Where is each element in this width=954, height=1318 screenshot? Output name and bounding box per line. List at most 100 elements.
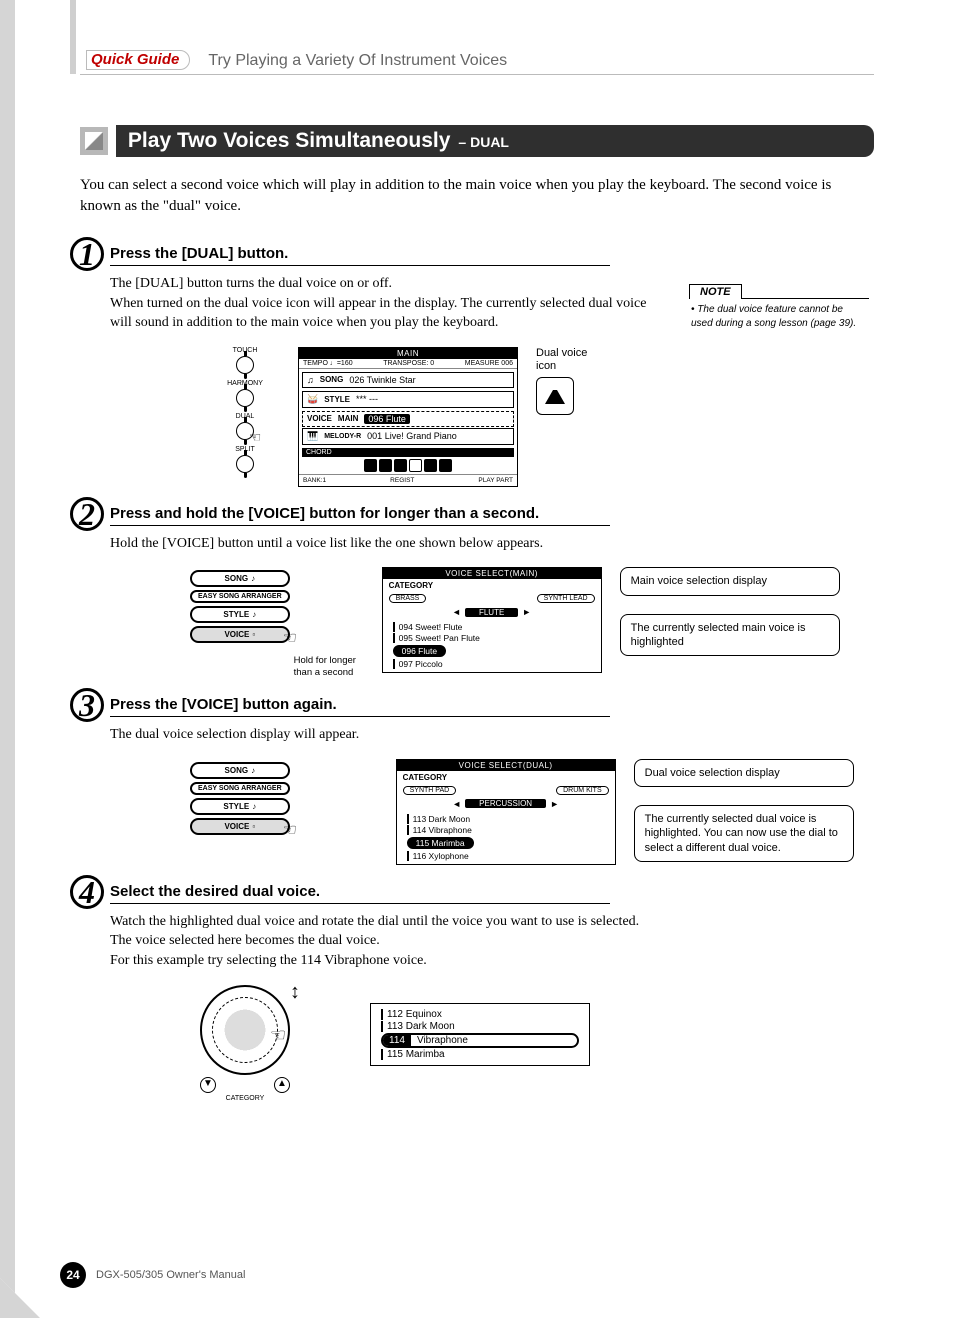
melody-label: MELODY-R xyxy=(324,433,361,440)
manual-page: Quick Guide Try Playing a Variety Of Ins… xyxy=(0,0,954,1318)
voice-list-final: 112 Equinox 113 Dark Moon 114 Vibraphone… xyxy=(370,1003,590,1066)
step-2-number: 2 xyxy=(79,496,95,532)
page-number: 24 xyxy=(60,1262,86,1288)
quick-guide-label: Quick Guide xyxy=(91,51,179,68)
finger-icon: ☜ xyxy=(270,1025,288,1043)
final-item-113: 113 Dark Moon xyxy=(381,1021,579,1032)
vsm-cat-left: BRASS xyxy=(389,594,427,603)
step-3-number: 3 xyxy=(79,687,95,723)
song-label: SONG xyxy=(320,375,344,384)
dial-category: CATEGORY xyxy=(200,1095,290,1102)
step-4-head: Select the desired dual voice. xyxy=(110,883,610,904)
playpart: PLAY PART xyxy=(478,477,513,484)
vsd-item-115: 115 Marimba xyxy=(407,837,474,849)
easy-arranger-button[interactable]: EASY SONG ARRANGER xyxy=(190,590,290,603)
voice-button[interactable]: VOICE ▫ xyxy=(190,818,290,835)
split-button[interactable] xyxy=(236,455,254,473)
step-3: 3 Press the [VOICE] button again. The du… xyxy=(110,696,874,745)
vsm-title: VOICE SELECT(MAIN) xyxy=(383,568,601,579)
callout-main-voice: Main voice selection display xyxy=(620,567,840,595)
finger-icon: ☜ xyxy=(283,822,297,839)
button-column: TOUCH HARMONY DUAL ☜ SPLIT xyxy=(210,347,280,479)
dual-icon-callout: Dual voice icon xyxy=(536,347,596,415)
style-button[interactable]: STYLE ♪ xyxy=(190,606,290,623)
callout-highlighted-dual: The currently selected dual voice is hig… xyxy=(634,805,854,862)
bank: BANK:1 xyxy=(303,477,326,484)
vsd-title: VOICE SELECT(DUAL) xyxy=(397,760,615,771)
voice-label: VOICE xyxy=(307,414,332,423)
final-item-115: 115 Marimba xyxy=(381,1049,579,1060)
vsm-item-096: 096 Flute xyxy=(393,645,446,657)
step-2-head: Press and hold the [VOICE] button for lo… xyxy=(110,505,610,526)
panel-buttons-2: SONG ♪ EASY SONG ARRANGER STYLE ♪ VOICE … xyxy=(190,759,290,858)
dual-icon-box xyxy=(536,377,574,415)
voice-button[interactable]: VOICE ▫ xyxy=(190,626,290,643)
vsd-item-114: 114 Vibraphone xyxy=(407,825,605,835)
style-label: STYLE xyxy=(324,395,350,404)
icon-row xyxy=(299,457,517,474)
section-icon xyxy=(80,127,108,155)
main-display: MAIN TEMPO ♩=160 TRANSPOSE: 0 MEASURE 00… xyxy=(298,347,518,487)
section-subtitle: – DUAL xyxy=(458,134,509,150)
finger-icon: ☜ xyxy=(283,630,297,647)
song-value: 026 Twinkle Star xyxy=(349,375,415,385)
dial-figure: ☜ ↕ ▼ ▲ CATEGORY xyxy=(200,985,290,1102)
hold-hint: Hold for longer than a second xyxy=(294,655,364,678)
display-title: MAIN xyxy=(299,348,517,359)
regist: REGIST xyxy=(390,477,414,484)
chord-label: CHORD xyxy=(302,448,514,457)
vsd-cat-selected: PERCUSSION xyxy=(465,799,546,808)
step-4: 4 Select the desired dual voice. Watch t… xyxy=(110,883,874,971)
style-button[interactable]: STYLE ♪ xyxy=(190,798,290,815)
melody-value: 001 Live! Grand Piano xyxy=(367,431,457,441)
vsm-item-097: 097 Piccolo xyxy=(393,659,591,669)
main-value: 096 Flute xyxy=(364,414,410,424)
vsm-cat-right: SYNTH LEAD xyxy=(537,594,595,603)
callout-highlighted-main: The currently selected main voice is hig… xyxy=(620,614,840,657)
song-button[interactable]: SONG ♪ xyxy=(190,570,290,587)
step-1: 1 Press the [DUAL] button. The [DUAL] bu… xyxy=(110,245,874,333)
footer-model: DGX-505/305 Owner's Manual xyxy=(96,1269,245,1281)
section-title: Play Two Voices Simultaneously xyxy=(128,129,451,153)
voice-select-dual-display: VOICE SELECT(DUAL) CATEGORY SYNTH PAD DR… xyxy=(396,759,616,865)
finger-icon: ☜ xyxy=(246,429,264,447)
page-footer: 24 DGX-505/305 Owner's Manual xyxy=(60,1262,245,1288)
harmony-button[interactable] xyxy=(236,389,254,407)
easy-arranger-button[interactable]: EASY SONG ARRANGER xyxy=(190,782,290,795)
panel-buttons: SONG ♪ EASY SONG ARRANGER STYLE ♪ VOICE … xyxy=(190,567,290,666)
main-label: MAIN xyxy=(338,414,358,423)
final-item-112: 112 Equinox xyxy=(381,1009,579,1020)
vsd-cat-left: SYNTH PAD xyxy=(403,786,457,795)
figure-step4: ☜ ↕ ▼ ▲ CATEGORY 112 Equinox 113 Dark Mo… xyxy=(200,985,874,1102)
step-4-body: Watch the highlighted dual voice and rot… xyxy=(110,912,650,971)
page-header: Quick Guide Try Playing a Variety Of Ins… xyxy=(80,50,874,75)
vsd-item-116: 116 Xylophone xyxy=(407,851,605,861)
figure-step3: SONG ♪ EASY SONG ARRANGER STYLE ♪ VOICE … xyxy=(190,759,874,865)
song-button[interactable]: SONG ♪ xyxy=(190,762,290,779)
measure: MEASURE 006 xyxy=(465,360,513,367)
page-bleed xyxy=(0,0,15,1318)
figure-step1: TOUCH HARMONY DUAL ☜ SPLIT MAIN TEMPO ♩=… xyxy=(210,347,874,487)
style-value: *** --- xyxy=(356,394,378,404)
voice-select-main-display: VOICE SELECT(MAIN) CATEGORY BRASS SYNTH … xyxy=(382,567,602,673)
step-4-number: 4 xyxy=(79,874,95,910)
tempo: TEMPO ♩=160 xyxy=(303,360,353,367)
step-3-body: The dual voice selection display will ap… xyxy=(110,725,650,745)
vsd-item-113: 113 Dark Moon xyxy=(407,814,605,824)
final-item-114-name: Vibraphone xyxy=(411,1035,474,1046)
callout-dual-voice: Dual voice selection display xyxy=(634,759,854,787)
final-item-114: 114 Vibraphone xyxy=(381,1033,579,1048)
touch-button[interactable] xyxy=(236,356,254,374)
vsd-cat-right: DRUM KITS xyxy=(556,786,609,795)
step-1-number: 1 xyxy=(79,236,95,272)
section-intro: You can select a second voice which will… xyxy=(80,175,874,217)
vsm-cat-selected: FLUTE xyxy=(465,608,518,617)
final-item-114-num: 114 xyxy=(383,1035,411,1046)
vsd-category: CATEGORY xyxy=(397,771,615,784)
vsm-item-094: 094 Sweet! Flute xyxy=(393,622,591,632)
section-heading: Play Two Voices Simultaneously – DUAL xyxy=(80,125,874,157)
transpose: TRANSPOSE: 0 xyxy=(383,360,434,367)
vsm-item-095: 095 Sweet! Pan Flute xyxy=(393,633,591,643)
vsm-category: CATEGORY xyxy=(383,579,601,592)
quick-guide-tab: Quick Guide xyxy=(80,50,190,70)
